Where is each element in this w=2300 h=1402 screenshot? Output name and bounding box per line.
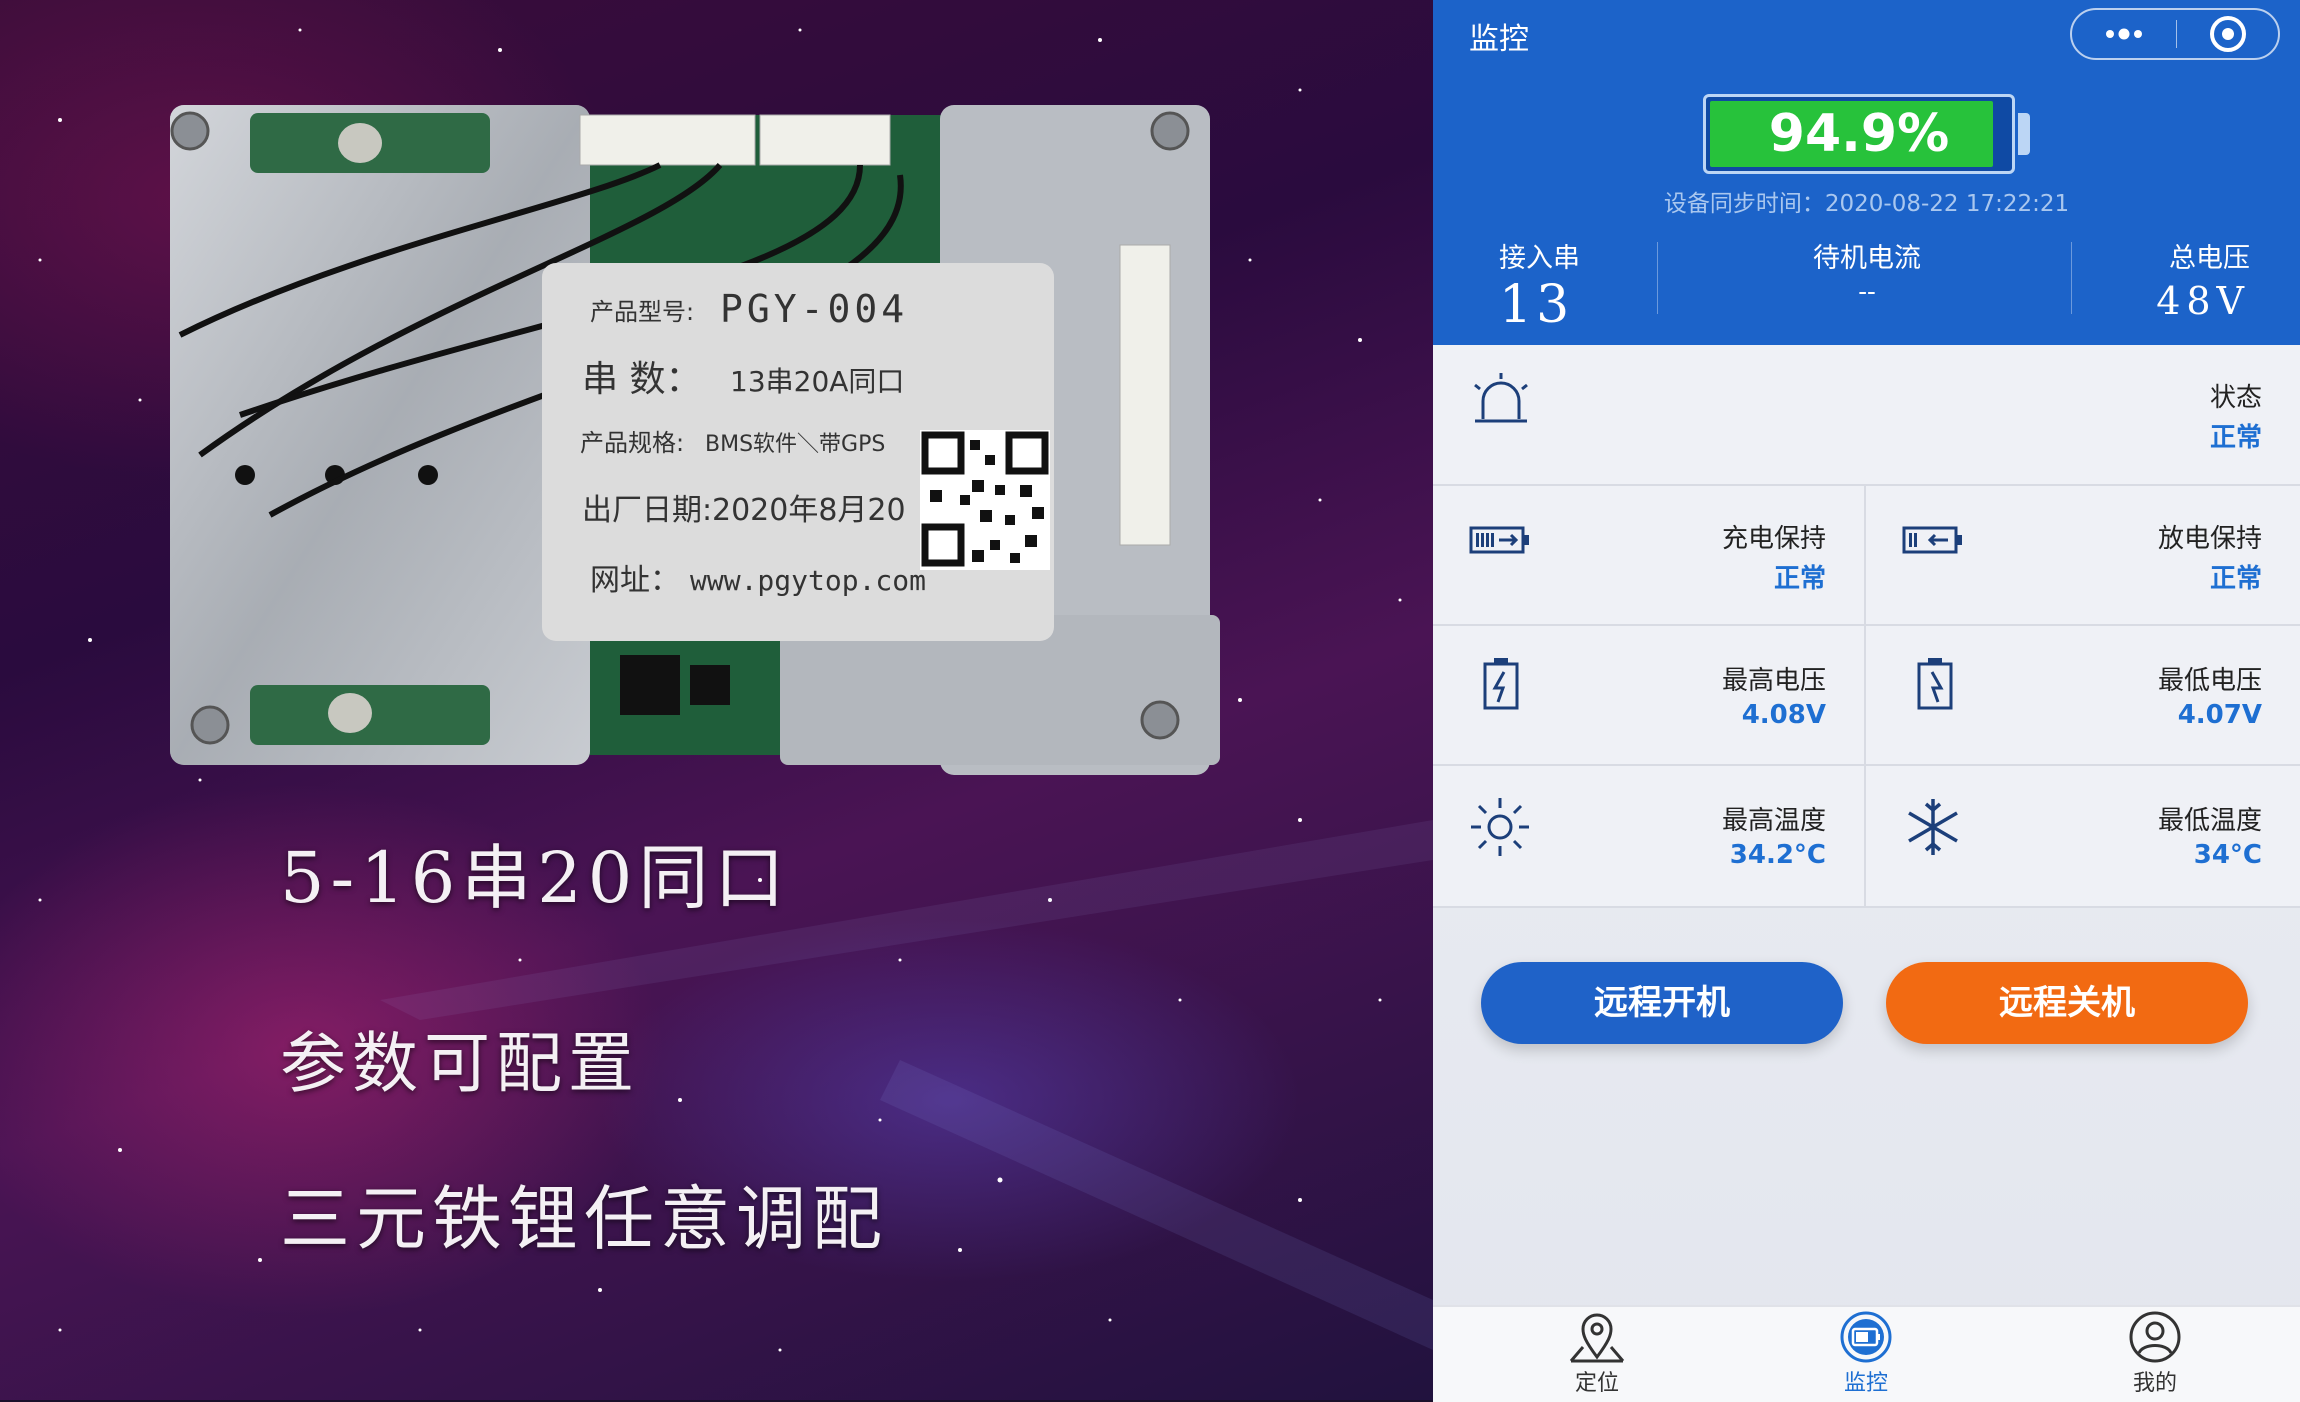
page-title: 监控 bbox=[1469, 22, 1529, 57]
sun-icon bbox=[1471, 798, 1529, 856]
promo-panel: 产品型号: PGY-004 串 数： 13串20A同口 产品规格: BMS软件＼… bbox=[0, 0, 1433, 1400]
remote-power-on-button[interactable]: 远程开机 bbox=[1481, 962, 1843, 1044]
qr-code bbox=[920, 430, 1050, 570]
min-voltage-value: 4.07V bbox=[2177, 700, 2262, 730]
status-row: 状态 正常 bbox=[1433, 345, 2300, 484]
tab-monitor-label: 监控 bbox=[1843, 1371, 1888, 1396]
max-temp-value: 34.2°C bbox=[1729, 840, 1826, 870]
status-value: 正常 bbox=[2209, 423, 2262, 453]
tab-mine[interactable]: 我的 bbox=[2095, 1311, 2215, 1397]
stat-divider bbox=[1657, 242, 1658, 314]
battery-low-icon bbox=[1917, 658, 1953, 710]
label-date-label: 出厂日期: bbox=[582, 493, 712, 528]
promo-line-chemistry: 三元铁锂任意调配 bbox=[280, 1178, 888, 1260]
promo-line-config: 参数可配置 bbox=[280, 1025, 640, 1102]
sync-time: 设备同步时间：2020-08-22 17:22:21 bbox=[1663, 191, 2070, 217]
stat-voltage-label: 总电压 bbox=[2169, 243, 2250, 274]
temperature-row: 最高温度 34.2°C 最低温度 34°C bbox=[1433, 766, 2300, 906]
charge-protect-label: 充电保持 bbox=[1721, 524, 1826, 554]
battery-percent: 94.9% bbox=[1768, 104, 1950, 164]
stat-series: 接入串 13 bbox=[1499, 236, 1580, 335]
stat-voltage-value: 48V bbox=[2156, 279, 2250, 323]
remote-power-off-button[interactable]: 远程关机 bbox=[1886, 962, 2248, 1044]
charge-protect-value: 正常 bbox=[1773, 564, 1826, 594]
label-date: 2020年8月20 bbox=[712, 493, 906, 528]
min-temp-value: 34°C bbox=[2193, 840, 2262, 870]
stat-divider bbox=[2071, 242, 2072, 314]
alarm-icon bbox=[1474, 373, 1528, 423]
battery-discharge-icon bbox=[1902, 526, 1962, 554]
discharge-protect-label: 放电保持 bbox=[2157, 524, 2262, 554]
min-temp-label: 最低温度 bbox=[2157, 806, 2262, 836]
monitor-battery-icon bbox=[1840, 1311, 1892, 1363]
max-voltage-value: 4.08V bbox=[1741, 700, 1826, 730]
mini-program-capsule bbox=[2070, 8, 2280, 60]
label-spec-label: 产品规格: bbox=[580, 429, 684, 457]
tab-monitor[interactable]: 监控 bbox=[1806, 1311, 1926, 1397]
user-icon bbox=[2129, 1311, 2181, 1363]
target-close-icon bbox=[2210, 16, 2246, 52]
battery-high-icon bbox=[1483, 658, 1519, 710]
min-voltage-label: 最低电压 bbox=[2157, 666, 2262, 696]
snowflake-icon bbox=[1908, 799, 1958, 855]
battery-tip bbox=[2018, 113, 2030, 155]
more-icon bbox=[2106, 28, 2142, 40]
stat-standby-current: 待机电流 -- bbox=[1743, 236, 1991, 307]
label-site: www.pgytop.com bbox=[690, 564, 926, 597]
tab-location[interactable]: 定位 bbox=[1537, 1311, 1657, 1397]
tab-mine-label: 我的 bbox=[2132, 1371, 2177, 1396]
app-header: 监控 94.9% 设备同步时间：2020-08-22 17:22:21 接入串 bbox=[1433, 0, 2300, 345]
bms-board-photo: 产品型号: PGY-004 串 数： 13串20A同口 产品规格: BMS软件＼… bbox=[170, 105, 1220, 775]
voltage-row: 最高电压 4.08V 最低电压 4.07V bbox=[1433, 626, 2300, 764]
tab-bar: 定位 监控 我的 bbox=[1433, 1305, 2300, 1402]
protect-row: 充电保持 正常 放电保持 正常 bbox=[1433, 486, 2300, 624]
max-voltage-label: 最高电压 bbox=[1721, 666, 1826, 696]
stat-total-voltage: 总电压 48V bbox=[2156, 236, 2250, 323]
monitor-app: 监控 94.9% 设备同步时间：2020-08-22 17:22:21 接入串 bbox=[1433, 0, 2300, 1402]
label-site-label: 网址： bbox=[590, 563, 680, 598]
close-button[interactable] bbox=[2178, 10, 2278, 58]
stat-series-value: 13 bbox=[1499, 275, 1574, 335]
label-model-label: 产品型号: bbox=[590, 298, 694, 326]
status-label: 状态 bbox=[2209, 383, 2262, 413]
stat-series-label: 接入串 bbox=[1499, 243, 1580, 274]
tab-location-label: 定位 bbox=[1574, 1371, 1619, 1396]
map-pin-icon bbox=[1569, 1313, 1625, 1363]
promo-line-series: 5-16串20同口 bbox=[280, 837, 791, 919]
max-temp-label: 最高温度 bbox=[1721, 806, 1826, 836]
label-series-label: 串 数： bbox=[582, 359, 701, 400]
discharge-protect-value: 正常 bbox=[2209, 564, 2262, 594]
label-model: PGY-004 bbox=[720, 287, 908, 331]
stat-current-label: 待机电流 bbox=[1813, 243, 1921, 274]
stat-current-value: -- bbox=[1858, 277, 1876, 307]
label-series: 13串20A同口 bbox=[730, 365, 904, 398]
battery-charge-icon bbox=[1469, 526, 1529, 554]
label-spec: BMS软件＼带GPS bbox=[705, 432, 885, 457]
more-button[interactable] bbox=[2072, 10, 2176, 58]
